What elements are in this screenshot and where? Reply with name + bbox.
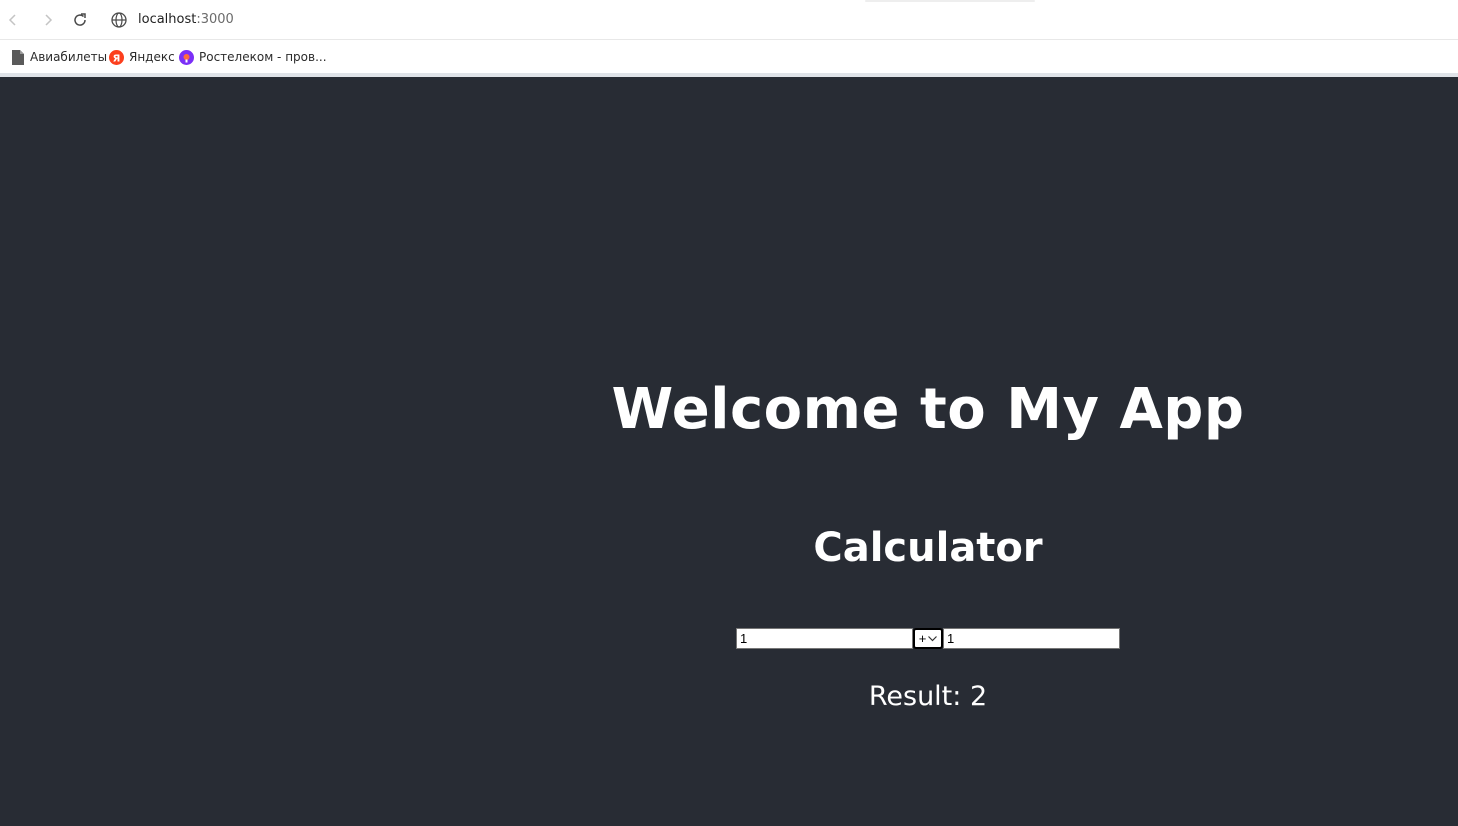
- arrow-right-icon: [45, 14, 53, 26]
- bookmark-yandex[interactable]: Я Яндекс: [109, 48, 175, 66]
- operator-select[interactable]: +: [913, 628, 943, 649]
- operand-b-input[interactable]: [943, 628, 1120, 649]
- site-info-icon[interactable]: [110, 11, 128, 29]
- calculator-title: Calculator: [813, 525, 1043, 571]
- tab-strip-shadow: [865, 0, 1035, 2]
- operator-value: +: [918, 631, 927, 646]
- rostelecom-icon: [179, 49, 194, 65]
- address-bar[interactable]: localhost:3000: [138, 11, 234, 29]
- address-port: :3000: [196, 12, 234, 27]
- back-button[interactable]: [1, 8, 25, 32]
- bookmarks-bar: Авиабилеты Я Яндекс Ростелеком - пров...: [0, 40, 1458, 73]
- result-text: Result: 2: [868, 681, 988, 712]
- reload-button[interactable]: [68, 8, 92, 32]
- reload-icon: [74, 13, 86, 26]
- bookmark-aviabilety[interactable]: Авиабилеты: [10, 48, 107, 66]
- forward-button[interactable]: [36, 8, 60, 32]
- app-viewport: Welcome to My App Calculator + Result: 2: [0, 77, 1458, 826]
- browser-toolbar: localhost:3000: [0, 0, 1458, 40]
- address-host: localhost: [138, 12, 197, 27]
- bookmark-label: Яндекс: [129, 50, 175, 64]
- operand-a-input[interactable]: [736, 628, 913, 649]
- arrow-left-icon: [8, 14, 16, 26]
- svg-text:Я: Я: [113, 53, 121, 64]
- bookmark-label: Ростелеком - пров...: [199, 50, 327, 64]
- page-title: Welcome to My App: [611, 377, 1245, 442]
- bookmark-rostelecom[interactable]: Ростелеком - пров...: [179, 48, 327, 66]
- page-icon: [10, 49, 25, 65]
- yandex-icon: Я: [109, 49, 124, 65]
- globe-icon: [111, 12, 127, 28]
- calculator-row: +: [736, 628, 1120, 649]
- chevron-down-icon: [928, 635, 938, 641]
- bookmark-label: Авиабилеты: [30, 50, 108, 64]
